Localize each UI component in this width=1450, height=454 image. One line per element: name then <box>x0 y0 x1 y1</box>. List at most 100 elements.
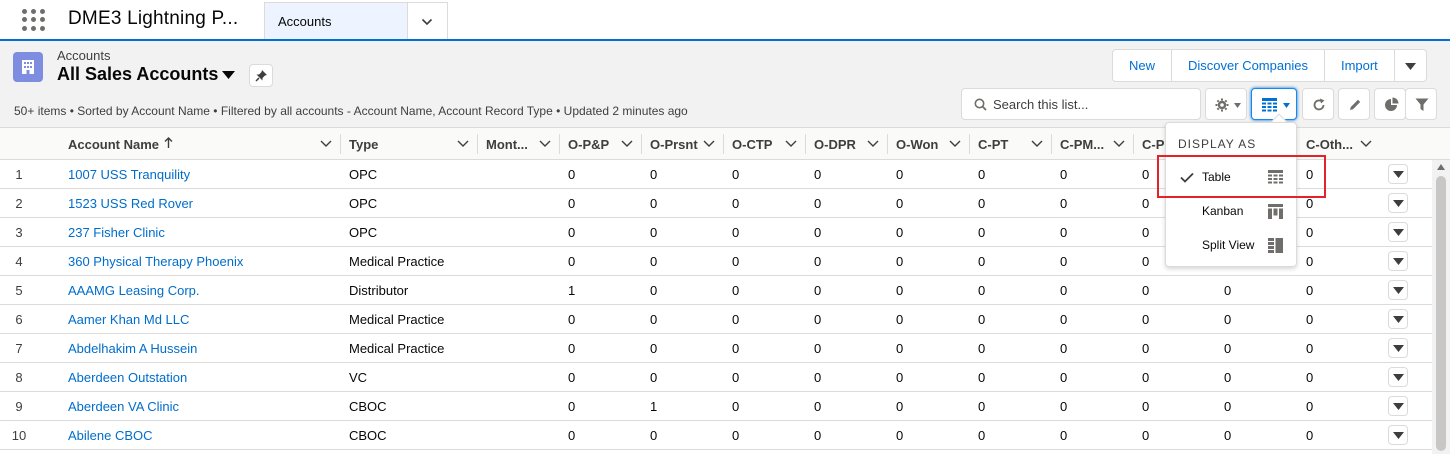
metric-cell: 0 <box>896 428 904 443</box>
account-name-link[interactable]: Abdelhakim A Hussein <box>68 341 197 356</box>
chevron-down-icon[interactable] <box>867 140 879 148</box>
row-actions-button[interactable] <box>1388 425 1408 445</box>
metric-cell: 0 <box>568 254 576 269</box>
refresh-button[interactable] <box>1302 88 1334 120</box>
row-actions-button[interactable] <box>1388 338 1408 358</box>
metric-cell: 0 <box>568 312 576 327</box>
metric-cell: 0 <box>568 225 576 240</box>
column-divider <box>805 134 806 154</box>
metric-cell: 0 <box>650 254 658 269</box>
metric-cell: 0 <box>568 167 576 182</box>
column-header-account-name[interactable]: Account Name <box>68 137 159 152</box>
metric-cell: 0 <box>1060 254 1068 269</box>
column-header-c-pm[interactable]: C-PM... <box>1060 137 1104 152</box>
scrollbar-thumb[interactable] <box>1436 176 1446 451</box>
menu-item-split-view[interactable]: Split View <box>1166 229 1296 261</box>
column-header-o-pp[interactable]: O-P&P <box>568 137 609 152</box>
account-name-link[interactable]: 237 Fisher Clinic <box>68 225 165 240</box>
sort-ascending-icon <box>164 137 173 148</box>
metric-cell: 0 <box>1224 399 1232 414</box>
row-actions-button[interactable] <box>1388 280 1408 300</box>
discover-companies-button[interactable]: Discover Companies <box>1172 50 1325 81</box>
display-as-button[interactable] <box>1251 88 1297 120</box>
column-divider <box>641 134 642 154</box>
metric-cell: 0 <box>732 399 740 414</box>
import-button[interactable]: Import <box>1325 50 1395 81</box>
row-actions-button[interactable] <box>1388 164 1408 184</box>
vertical-scrollbar[interactable] <box>1432 160 1450 454</box>
scroll-up-icon[interactable] <box>1437 164 1445 170</box>
column-header-o-ctp[interactable]: O-CTP <box>732 137 772 152</box>
account-name-link[interactable]: 1007 USS Tranquility <box>68 167 190 182</box>
metric-cell: 0 <box>650 196 658 211</box>
metric-cell: 0 <box>650 428 658 443</box>
row-actions-button[interactable] <box>1388 396 1408 416</box>
new-button[interactable]: New <box>1113 50 1173 81</box>
row-actions-button[interactable] <box>1388 251 1408 271</box>
chevron-down-icon[interactable] <box>1031 140 1043 148</box>
row-actions-button[interactable] <box>1388 193 1408 213</box>
inline-edit-button[interactable] <box>1338 88 1370 120</box>
metric-cell: 0 <box>814 312 822 327</box>
list-settings-button[interactable] <box>1205 88 1247 120</box>
row-number: 2 <box>15 196 23 211</box>
chevron-down-icon[interactable] <box>1113 140 1125 148</box>
metric-cell: 0 <box>1142 370 1150 385</box>
column-header-type[interactable]: Type <box>349 137 378 152</box>
list-actions: New Discover Companies Import <box>1112 49 1427 82</box>
metric-cell: 0 <box>732 167 740 182</box>
caret-down-icon <box>1404 63 1416 70</box>
nav-tab-menu-button[interactable] <box>408 2 448 40</box>
account-name-link[interactable]: Abilene CBOC <box>68 428 153 443</box>
filters-button[interactable] <box>1405 88 1437 120</box>
chevron-down-icon[interactable] <box>949 140 961 148</box>
column-header-c-pt[interactable]: C-PT <box>978 137 1008 152</box>
metric-cell: 0 <box>650 341 658 356</box>
more-actions-button[interactable] <box>1395 50 1426 81</box>
column-header-o-prsnt[interactable]: O-Prsnt <box>650 137 698 152</box>
account-name-link[interactable]: Aamer Khan Md LLC <box>68 312 189 327</box>
chevron-down-icon[interactable] <box>457 140 469 148</box>
row-actions-button[interactable] <box>1388 222 1408 242</box>
row-actions-button[interactable] <box>1388 309 1408 329</box>
account-name-link[interactable]: 360 Physical Therapy Phoenix <box>68 254 243 269</box>
chevron-down-icon[interactable] <box>1360 140 1372 148</box>
metric-cell: 0 <box>1306 399 1314 414</box>
menu-item-kanban[interactable]: Kanban <box>1166 195 1296 227</box>
account-name-link[interactable]: Aberdeen VA Clinic <box>68 399 179 414</box>
metric-cell: 0 <box>1060 341 1068 356</box>
column-header-month[interactable]: Mont... <box>486 137 528 152</box>
list-view-title[interactable]: All Sales Accounts <box>57 64 218 85</box>
chevron-down-icon[interactable] <box>621 140 633 148</box>
chevron-down-icon[interactable] <box>703 140 715 148</box>
tab-accounts[interactable]: Accounts <box>264 2 408 40</box>
column-header-o-dpr[interactable]: O-DPR <box>814 137 856 152</box>
row-number: 1 <box>15 167 23 182</box>
search-input[interactable] <box>993 95 1193 113</box>
account-name-link[interactable]: AAAMG Leasing Corp. <box>68 283 200 298</box>
row-number: 3 <box>15 225 23 240</box>
table-row: 7 Abdelhakim A Hussein Medical Practice 0 0 0… <box>0 334 1432 363</box>
account-type: Medical Practice <box>349 312 445 327</box>
list-view-picker-icon[interactable] <box>222 71 235 80</box>
account-name-link[interactable]: Aberdeen Outstation <box>68 370 187 385</box>
pencil-icon <box>1350 99 1361 110</box>
metric-cell: 0 <box>1224 341 1232 356</box>
chevron-down-icon[interactable] <box>539 140 551 148</box>
column-header-o-won[interactable]: O-Won <box>896 137 938 152</box>
chevron-down-icon[interactable] <box>785 140 797 148</box>
account-name-link[interactable]: 1523 USS Red Rover <box>68 196 193 211</box>
pin-list-button[interactable] <box>249 64 273 87</box>
metric-cell: 0 <box>1306 370 1314 385</box>
column-divider <box>1133 134 1134 154</box>
row-actions-button[interactable] <box>1388 367 1408 387</box>
column-header-c-other[interactable]: C-Oth... <box>1306 137 1353 152</box>
search-icon <box>974 98 987 111</box>
metric-cell: 0 <box>732 225 740 240</box>
metric-cell: 0 <box>1224 312 1232 327</box>
metric-cell: 0 <box>814 341 822 356</box>
metric-cell: 0 <box>814 167 822 182</box>
app-launcher-icon[interactable] <box>22 9 46 31</box>
charts-button[interactable] <box>1374 88 1406 120</box>
chevron-down-icon[interactable] <box>320 140 332 148</box>
